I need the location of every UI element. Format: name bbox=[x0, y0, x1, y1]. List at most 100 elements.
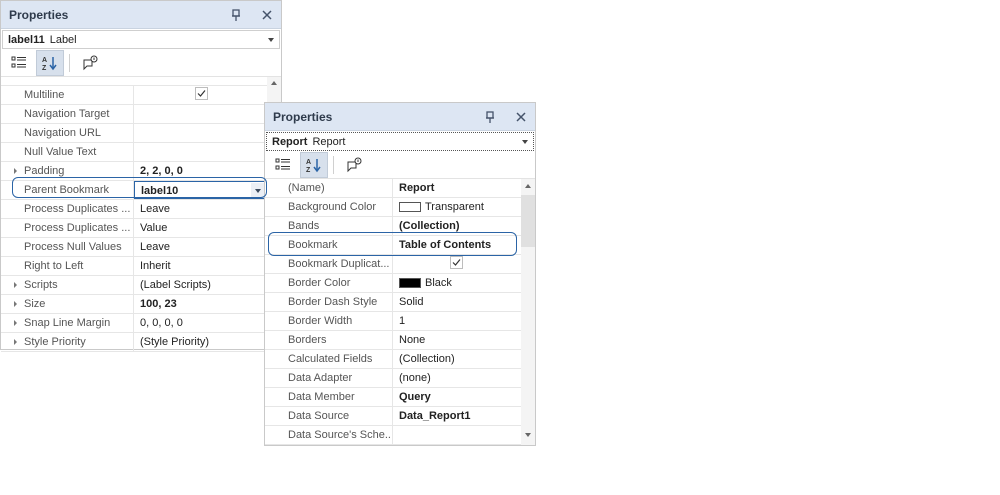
component-selector[interactable]: label11 Label bbox=[2, 30, 280, 49]
property-row-parent-bookmark[interactable]: Parent Bookmark label10 bbox=[1, 181, 281, 200]
property-row-calculated-fields[interactable]: Calculated Fields (Collection) bbox=[265, 350, 535, 369]
property-value-text: Black bbox=[425, 277, 452, 289]
property-value[interactable]: label10 bbox=[134, 181, 268, 199]
property-row-name[interactable]: (Name) Report bbox=[265, 179, 535, 198]
vertical-scrollbar[interactable] bbox=[521, 179, 535, 445]
property-row-bands[interactable]: Bands (Collection) bbox=[265, 217, 535, 236]
clipped-row bbox=[1, 77, 281, 86]
property-value[interactable]: 1 bbox=[393, 312, 519, 330]
property-row-data-source-s-sche[interactable]: Data Source's Sche... bbox=[265, 426, 535, 445]
property-value[interactable]: (Collection) bbox=[393, 217, 519, 235]
property-value[interactable]: Inherit bbox=[134, 257, 268, 275]
property-value[interactable]: Report bbox=[393, 179, 519, 197]
property-value-text: (none) bbox=[399, 372, 431, 384]
component-selector[interactable]: Report Report bbox=[266, 132, 534, 151]
property-value-text: Data_Report1 bbox=[399, 410, 471, 422]
property-name: Border Dash Style bbox=[265, 293, 393, 311]
property-row-bookmark[interactable]: Bookmark Table of Contents bbox=[265, 236, 535, 255]
property-row-size[interactable]: Size 100, 23 bbox=[1, 295, 281, 314]
scroll-up-icon[interactable] bbox=[525, 184, 531, 188]
property-value-text: Transparent bbox=[425, 201, 484, 213]
property-row-navigation-url[interactable]: Navigation URL bbox=[1, 124, 281, 143]
expand-arrow-icon[interactable] bbox=[14, 301, 17, 307]
property-value[interactable] bbox=[134, 105, 268, 123]
property-row-data-member[interactable]: Data Member Query bbox=[265, 388, 535, 407]
property-value[interactable]: (Collection) bbox=[393, 350, 519, 368]
property-row-right-to-left[interactable]: Right to Left Inherit bbox=[1, 257, 281, 276]
property-row-null-value-text[interactable]: Null Value Text bbox=[1, 143, 281, 162]
expand-arrow-icon[interactable] bbox=[14, 282, 17, 288]
pin-icon[interactable] bbox=[229, 8, 243, 22]
property-row-process-duplicates[interactable]: Process Duplicates ... Leave bbox=[1, 200, 281, 219]
checkmark-icon[interactable] bbox=[194, 87, 208, 100]
scroll-down-icon[interactable] bbox=[525, 433, 531, 437]
property-row-padding[interactable]: Padding 2, 2, 0, 0 bbox=[1, 162, 281, 181]
property-name-text: Process Duplicates ... bbox=[24, 203, 131, 215]
expand-arrow-icon[interactable] bbox=[14, 320, 17, 326]
property-value[interactable] bbox=[134, 124, 268, 142]
property-name: Data Adapter bbox=[265, 369, 393, 387]
property-row-data-source[interactable]: Data Source Data_Report1 bbox=[265, 407, 535, 426]
alphabetical-button[interactable]: A Z bbox=[36, 49, 64, 76]
property-row-snap-line-margin[interactable]: Snap Line Margin 0, 0, 0, 0 bbox=[1, 314, 281, 333]
property-row-style-priority[interactable]: Style Priority (Style Priority) bbox=[1, 333, 281, 352]
property-row-background-color[interactable]: Background Color Transparent bbox=[265, 198, 535, 217]
close-icon[interactable] bbox=[514, 110, 528, 124]
property-value[interactable]: Black bbox=[393, 274, 519, 292]
property-value-text: Table of Contents bbox=[399, 239, 492, 251]
property-row-data-adapter[interactable]: Data Adapter (none) bbox=[265, 369, 535, 388]
property-value-text: label10 bbox=[141, 185, 179, 197]
property-row-border-width[interactable]: Border Width 1 bbox=[265, 312, 535, 331]
property-row-border-dash-style[interactable]: Border Dash Style Solid bbox=[265, 293, 535, 312]
properties-toolbar: A Z bbox=[265, 151, 535, 179]
property-value[interactable]: (Label Scripts) bbox=[134, 276, 268, 294]
property-value[interactable] bbox=[134, 143, 268, 161]
property-row-bookmark-duplicat[interactable]: Bookmark Duplicat... bbox=[265, 255, 535, 274]
property-value[interactable]: Data_Report1 bbox=[393, 407, 519, 425]
property-value[interactable]: Query bbox=[393, 388, 519, 406]
property-value[interactable]: (none) bbox=[393, 369, 519, 387]
property-value[interactable]: Solid bbox=[393, 293, 519, 311]
property-value[interactable]: None bbox=[393, 331, 519, 349]
property-name-text: Snap Line Margin bbox=[24, 317, 111, 329]
property-row-scripts[interactable]: Scripts (Label Scripts) bbox=[1, 276, 281, 295]
scroll-thumb[interactable] bbox=[521, 195, 535, 247]
property-value[interactable]: (Style Priority) bbox=[134, 333, 268, 351]
expand-arrow-icon[interactable] bbox=[14, 168, 17, 174]
property-name-text: Data Adapter bbox=[288, 372, 353, 384]
events-button[interactable] bbox=[76, 50, 104, 76]
property-value[interactable]: Leave bbox=[134, 238, 268, 256]
color-swatch bbox=[399, 202, 421, 213]
property-name: Data Source's Sche... bbox=[265, 426, 393, 444]
property-value[interactable]: Leave bbox=[134, 200, 268, 218]
property-row-navigation-target[interactable]: Navigation Target bbox=[1, 105, 281, 124]
property-value[interactable]: 0, 0, 0, 0 bbox=[134, 314, 268, 332]
close-icon[interactable] bbox=[260, 8, 274, 22]
property-value[interactable]: 100, 23 bbox=[134, 295, 268, 313]
property-name-text: Border Dash Style bbox=[288, 296, 378, 308]
property-value[interactable]: Transparent bbox=[393, 198, 519, 216]
alphabetical-button[interactable]: A Z bbox=[300, 151, 328, 178]
categorized-button[interactable] bbox=[269, 152, 297, 178]
property-row-multiline[interactable]: Multiline bbox=[1, 86, 281, 105]
property-value[interactable]: 2, 2, 0, 0 bbox=[134, 162, 268, 180]
property-value[interactable] bbox=[393, 426, 519, 444]
component-type: Report bbox=[312, 135, 346, 148]
property-row-process-duplicates[interactable]: Process Duplicates ... Value bbox=[1, 219, 281, 238]
expand-arrow-icon[interactable] bbox=[14, 339, 17, 345]
property-value[interactable] bbox=[134, 86, 268, 104]
events-button[interactable] bbox=[340, 152, 368, 178]
property-row-borders[interactable]: Borders None bbox=[265, 331, 535, 350]
property-row-process-null-values[interactable]: Process Null Values Leave bbox=[1, 238, 281, 257]
scroll-up-icon[interactable] bbox=[271, 81, 277, 85]
property-row-border-color[interactable]: Border Color Black bbox=[265, 274, 535, 293]
property-value[interactable] bbox=[393, 255, 519, 273]
property-value[interactable]: Table of Contents bbox=[393, 236, 519, 254]
pin-icon[interactable] bbox=[483, 110, 497, 124]
checkmark-icon[interactable] bbox=[449, 256, 463, 269]
property-name: Padding bbox=[1, 162, 134, 180]
categorized-button[interactable] bbox=[5, 50, 33, 76]
property-value[interactable]: Value bbox=[134, 219, 268, 237]
property-name: Parent Bookmark bbox=[1, 181, 134, 199]
toolbar-separator bbox=[333, 155, 334, 174]
